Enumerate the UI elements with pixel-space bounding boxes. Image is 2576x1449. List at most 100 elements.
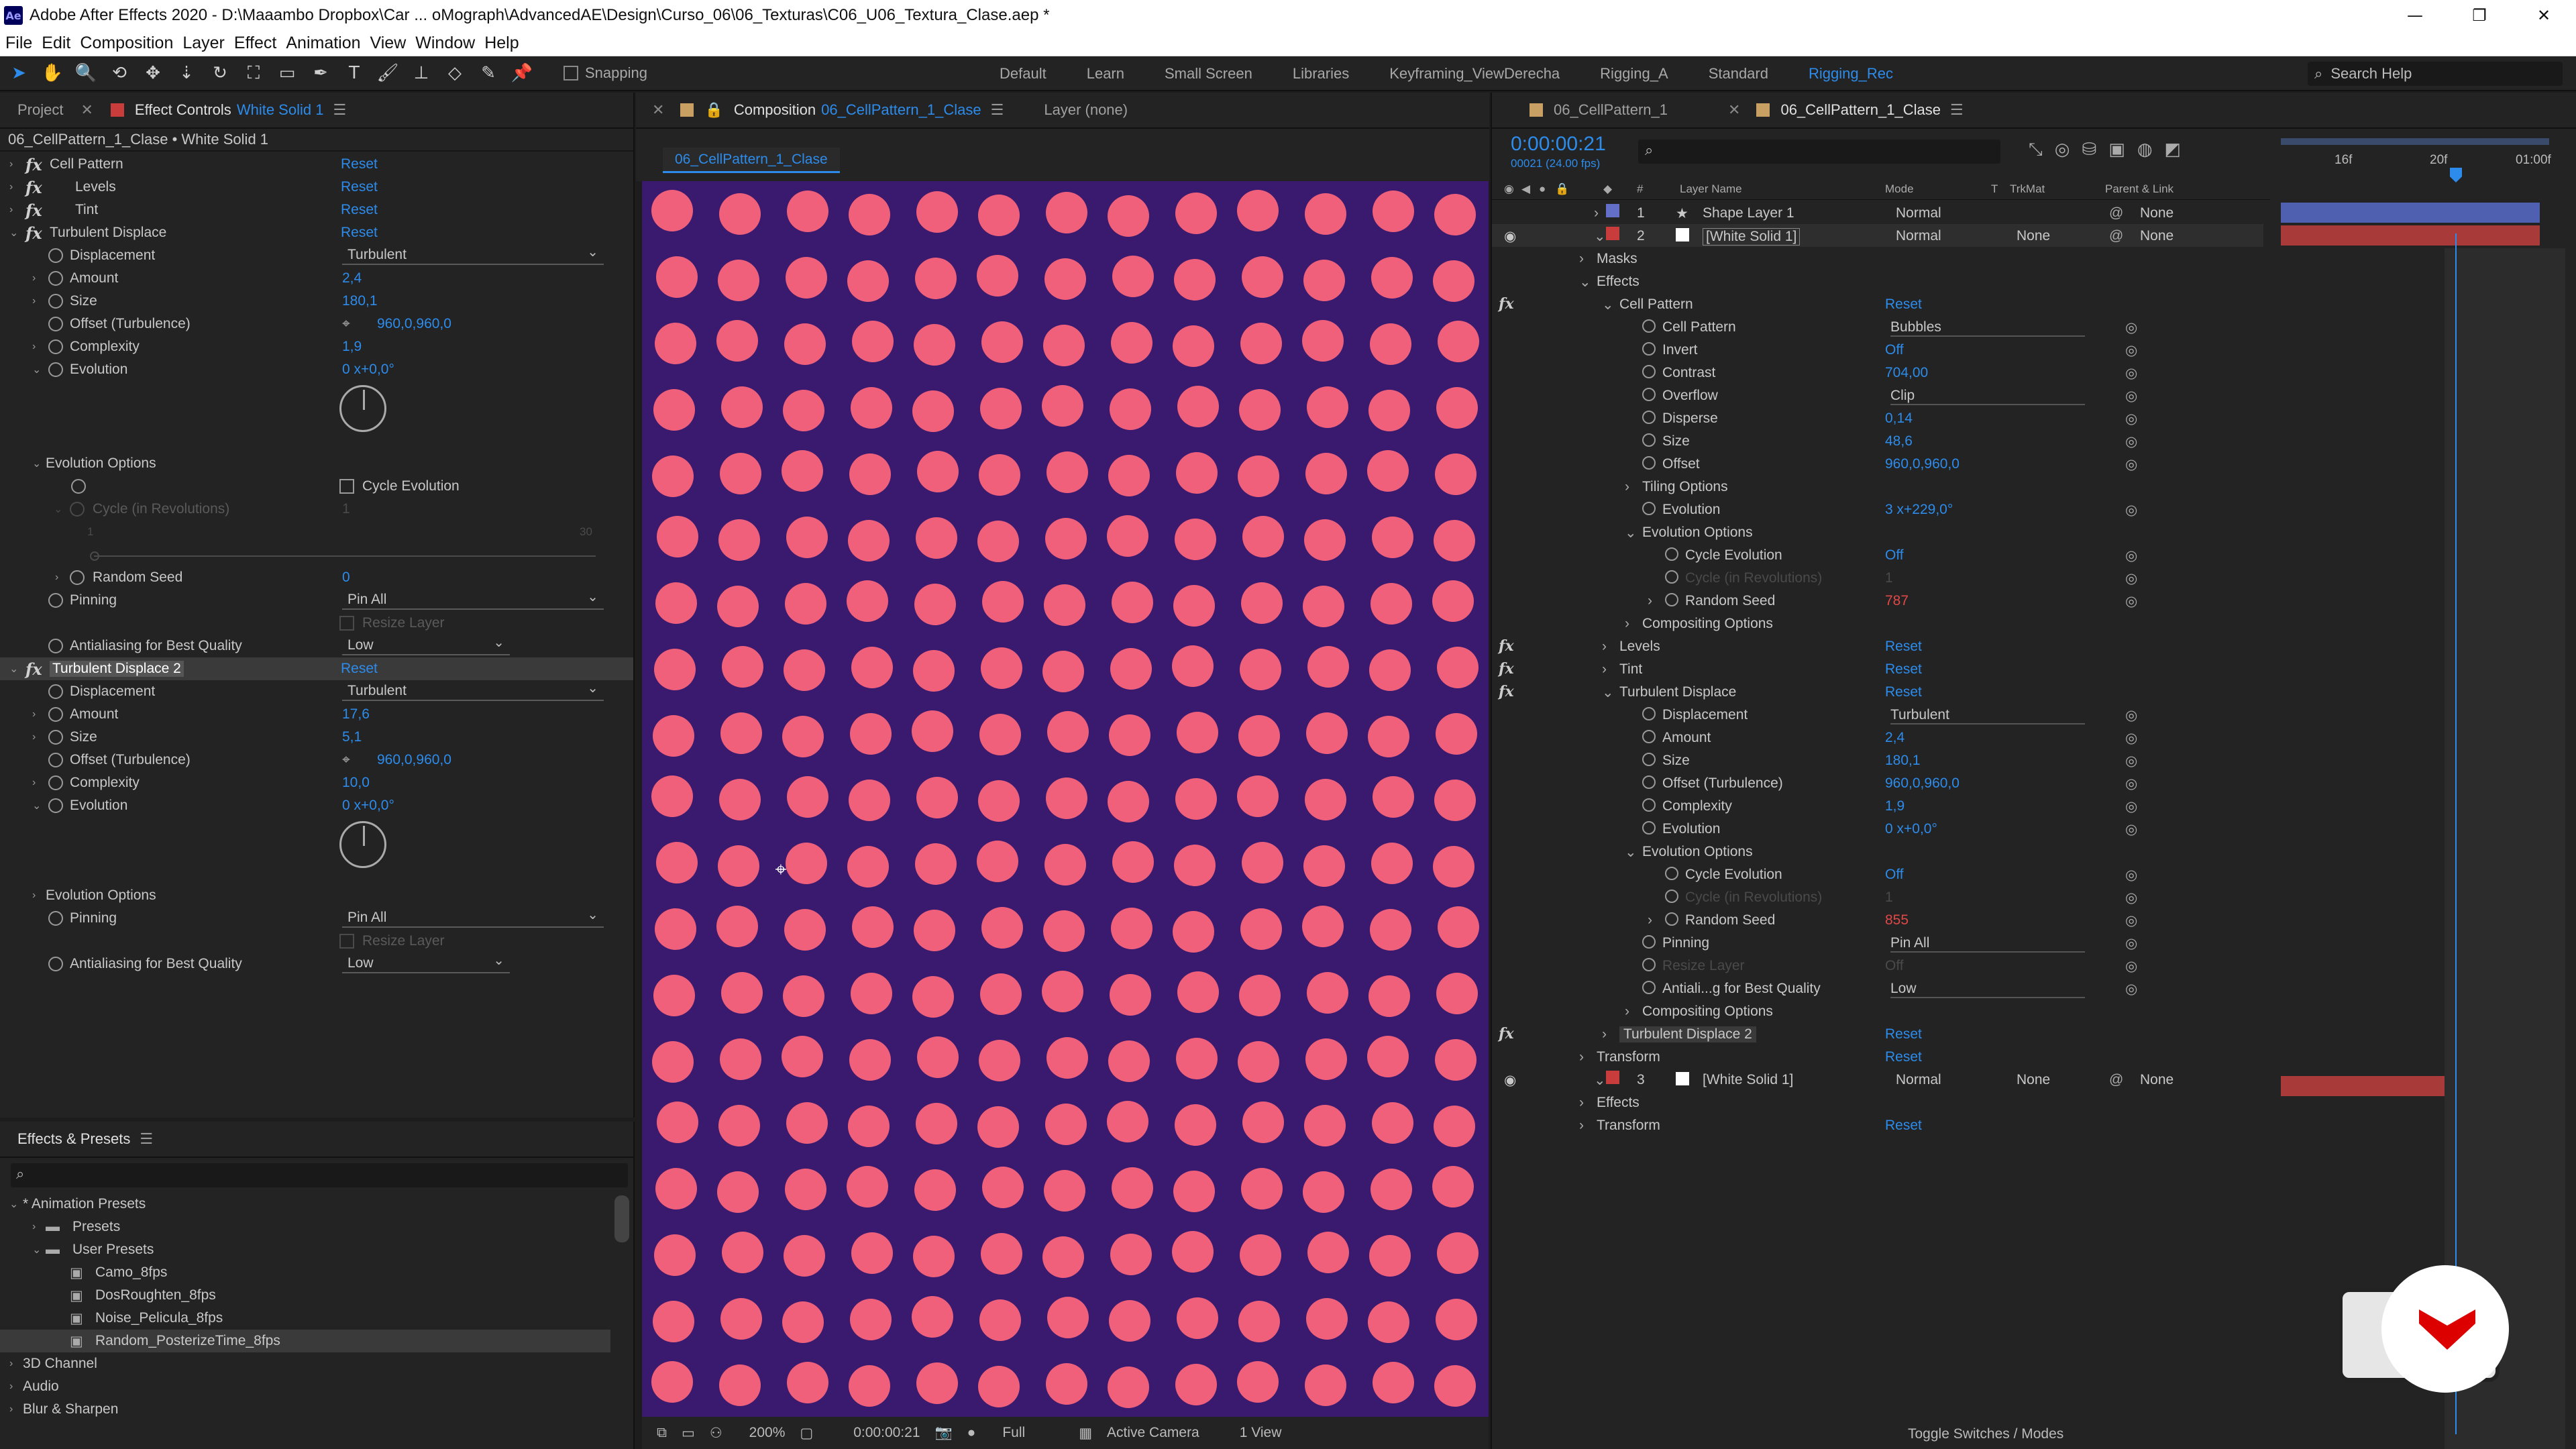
stopwatch-icon[interactable] [48,775,63,790]
expression-link-icon[interactable]: ◎ [2125,821,2137,838]
stopwatch-icon[interactable] [1665,912,1678,926]
hand-tool-icon[interactable]: ✋ [38,58,67,88]
fx-icon[interactable]: fx [25,201,42,220]
property-row-td-aa[interactable]: Antiali...g for Best Quality Low ◎ [1492,977,2263,1000]
property-row-cp-seed[interactable]: › Random Seed 787 ◎ [1492,589,2263,612]
expand-arrow-icon[interactable]: ⌄ [1625,844,1637,861]
property-row-td-offset[interactable]: Offset (Turbulence) 960,0,960,0 ◎ [1492,771,2263,794]
size-value[interactable]: 180,1 [342,293,378,309]
menu-view[interactable]: View [370,34,407,53]
layer-label-color[interactable] [1606,204,1619,217]
fx-icon[interactable]: fx [25,223,42,243]
stopwatch-icon[interactable] [70,570,85,585]
expression-link-icon[interactable]: ◎ [2125,593,2137,610]
tab-project[interactable]: Project [17,101,63,119]
stopwatch-icon[interactable] [1665,890,1678,903]
expression-link-icon[interactable]: ◎ [2125,342,2137,359]
fx-icon[interactable]: fx [1499,660,1514,678]
property-dropdown[interactable]: Low [1890,981,2085,998]
expand-arrow-icon[interactable]: › [1648,593,1652,609]
composition-viewer[interactable]: ⌖ [642,181,1489,1417]
stopwatch-icon[interactable] [48,707,63,722]
property-value[interactable]: 1 [1885,570,1893,586]
amount-value[interactable]: 2,4 [342,270,362,286]
stopwatch-icon[interactable] [1642,730,1656,743]
expression-link-icon[interactable]: ◎ [2125,433,2137,450]
search-help-field[interactable]: ⌕ Search Help [2308,62,2563,86]
reset-link[interactable]: Reset [341,202,378,218]
snapshot-icon[interactable]: 📷 [935,1425,953,1441]
property-row-td-seed[interactable]: › Random Seed 855 ◎ [1492,908,2263,931]
property-row-td-amount[interactable]: Amount 2,4 ◎ [1492,726,2263,749]
property-row-td-evolution[interactable]: Evolution 0 x+0,0° ◎ [1492,817,2263,840]
menu-help[interactable]: Help [484,34,519,53]
offset-value[interactable]: 960,0,960,0 [377,316,451,332]
stopwatch-icon[interactable] [1642,958,1656,971]
workspace-learn[interactable]: Learn [1087,65,1124,83]
mask-visibility-icon[interactable]: ⚇ [710,1425,722,1442]
channel-icon[interactable]: ● [967,1425,976,1441]
property-row-td-resize[interactable]: Resize Layer Off ◎ [1492,954,2263,977]
solo-icon[interactable]: ● [1539,182,1546,196]
monitor-icon[interactable]: ▭ [682,1425,695,1442]
effect-row-levels[interactable]: › fx Levels Reset [0,176,633,199]
property-row-cp-evo-options[interactable]: ⌄ Evolution Options [1492,521,2263,543]
expression-link-icon[interactable]: ◎ [2125,958,2137,975]
layer-bar-2[interactable] [2281,225,2540,246]
stopwatch-icon[interactable] [48,730,63,745]
complexity-value-2[interactable]: 10,0 [342,775,370,791]
evolution-options-group-2[interactable]: › Evolution Options [0,884,633,907]
property-row-cp-cycle[interactable]: Cycle Evolution Off ◎ [1492,543,2263,566]
evolution-value-2[interactable]: 0 x+0,0° [342,798,394,814]
pan-behind-icon[interactable]: ⛶ [239,58,268,88]
property-row-l3-transform[interactable]: › Transform Reset [1492,1114,2263,1136]
close-tab-icon[interactable]: ✕ [1728,101,1740,119]
maximize-button[interactable]: ❐ [2447,0,2512,31]
property-row-transform[interactable]: › Transform Reset [1492,1045,2263,1068]
expand-arrow-icon[interactable]: ⌄ [1594,228,1606,245]
effects-search-field[interactable]: ⌕ [11,1163,628,1187]
stopwatch-icon[interactable] [1642,456,1656,470]
snapping-checkbox[interactable] [564,66,578,80]
expand-arrow-icon[interactable]: ⌄ [1594,1072,1606,1089]
property-row-cp-overflow[interactable]: Overflow Clip ◎ [1492,384,2263,407]
visibility-eye-icon[interactable]: ◉ [1504,1072,1516,1089]
property-dropdown[interactable]: Pin All [1890,935,2085,953]
expression-link-icon[interactable]: ◎ [2125,707,2137,724]
panel-menu-icon[interactable]: ☰ [1950,101,1964,119]
layer-name[interactable]: [White Solid 1] [1703,1072,1793,1088]
rectangle-tool-icon[interactable]: ▭ [272,58,302,88]
expression-link-icon[interactable]: ◎ [2125,456,2137,473]
expand-arrow-icon[interactable]: ⌄ [1602,684,1614,701]
effect-row-cell-pattern[interactable]: › fx Cell Pattern Reset [0,153,633,176]
menu-animation[interactable]: Animation [286,34,360,53]
expand-arrow-icon[interactable]: ⌄ [1602,297,1614,313]
mode-dropdown[interactable]: Normal [1896,228,1941,244]
pen-tool-icon[interactable]: ✒ [306,58,335,88]
panel-menu-icon[interactable]: ☰ [140,1130,153,1148]
pan-camera-icon[interactable]: ✥ [138,58,168,88]
stopwatch-icon[interactable] [1642,821,1656,835]
expression-link-icon[interactable]: ◎ [2125,867,2137,883]
tree-item[interactable]: ▣ Camo_8fps [0,1261,610,1284]
property-dropdown[interactable]: Bubbles [1890,319,2085,337]
pickwhip-icon[interactable]: @ [2109,228,2123,244]
property-row-cp-size[interactable]: Size 48,6 ◎ [1492,429,2263,452]
property-row-turb[interactable]: fx ⌄ Turbulent Displace Reset [1492,680,2263,703]
tree-item[interactable]: › Blur & Sharpen [0,1398,610,1421]
property-value[interactable]: 704,00 [1885,365,1928,381]
workspace-default[interactable]: Default [1000,65,1046,83]
fx-icon[interactable]: fx [25,178,42,197]
property-row-cp-offset[interactable]: Offset 960,0,960,0 ◎ [1492,452,2263,475]
expression-link-icon[interactable]: ◎ [2125,365,2137,382]
region-icon[interactable]: ▢ [800,1425,813,1442]
layer-name[interactable]: [White Solid 1] [1703,228,1801,246]
expand-arrow-icon[interactable]: › [1602,661,1607,678]
reset-link[interactable]: Reset [341,661,378,677]
expression-link-icon[interactable]: ◎ [2125,502,2137,519]
property-value[interactable]: Reset [1885,1049,1922,1065]
property-row-td-displacement[interactable]: Displacement Turbulent ◎ [1492,703,2263,726]
expand-arrow-icon[interactable]: › [1625,616,1629,632]
resolution-dropdown[interactable]: Full [1002,1425,1025,1441]
workspace-small-screen[interactable]: Small Screen [1165,65,1252,83]
